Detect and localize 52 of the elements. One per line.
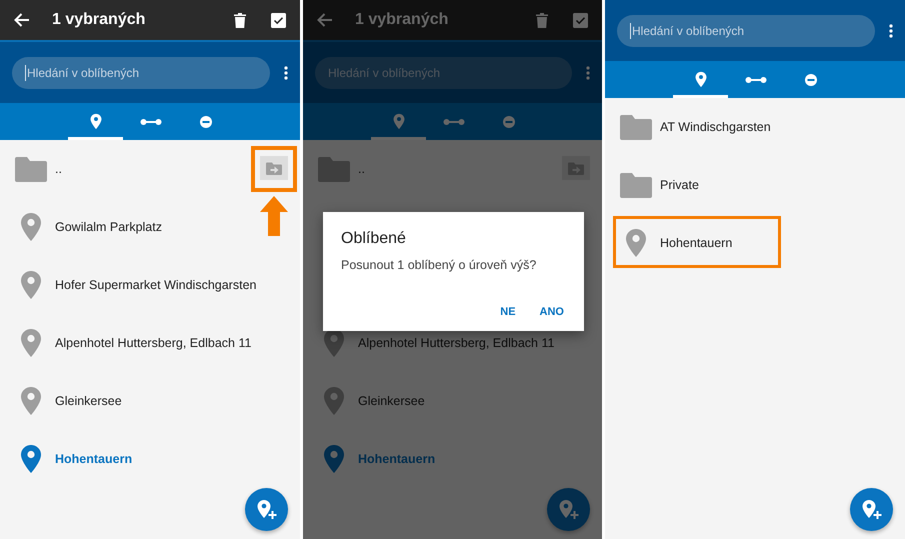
- checkbox-icon[interactable]: [271, 12, 286, 28]
- pin-icon: [20, 444, 42, 474]
- pin-icon: [20, 270, 42, 300]
- list-item[interactable]: Hofer Supermarket Windischgarsten: [0, 256, 300, 314]
- dialog-title: Oblíbené: [341, 230, 406, 248]
- folder-icon: [318, 156, 350, 182]
- checkbox-icon[interactable]: [573, 12, 588, 28]
- list-item[interactable]: Hohentauern: [0, 430, 300, 488]
- toolbar-title: 1 vybraných: [355, 11, 450, 29]
- add-pin-icon: [860, 498, 882, 520]
- pin-icon: [323, 386, 345, 416]
- pin-icon: [694, 71, 706, 88]
- track-icon: [744, 76, 766, 84]
- trash-icon[interactable]: [234, 12, 246, 28]
- dialog-message: Posunout 1 oblíbený o úroveň výš?: [341, 258, 536, 272]
- search-field[interactable]: Hledání v oblíbených: [12, 56, 270, 88]
- pin-icon: [20, 212, 42, 242]
- pin-icon: [323, 444, 345, 474]
- pin-icon: [392, 113, 404, 130]
- search-input[interactable]: Hledání v oblíbených: [632, 24, 862, 38]
- folder-arrow-icon: [568, 162, 584, 174]
- folder-item[interactable]: AT Windischgarsten: [605, 98, 905, 156]
- pin-icon: [20, 386, 42, 416]
- back-icon[interactable]: [14, 13, 30, 27]
- list-item[interactable]: Hohentauern: [605, 214, 905, 272]
- dialog-button[interactable]: ANO: [532, 302, 572, 322]
- list-item[interactable]: Alpenhotel Huttersberg, Edlbach 11: [0, 314, 300, 372]
- track-icon: [140, 118, 162, 126]
- list-item[interactable]: Gowilalm Parkplatz: [0, 198, 300, 256]
- track-icon: [442, 118, 464, 126]
- add-place-button[interactable]: [850, 488, 893, 531]
- folder-item[interactable]: ..: [0, 140, 300, 198]
- add-pin-icon: [256, 498, 278, 520]
- pin-icon: [20, 328, 42, 358]
- list-item[interactable]: Gleinkersee: [0, 372, 300, 430]
- folder-icon: [15, 156, 47, 182]
- arrow-icon: [260, 196, 288, 236]
- more-icon[interactable]: [889, 24, 893, 38]
- dialog-button[interactable]: NE: [492, 302, 524, 322]
- add-place-button[interactable]: [245, 488, 288, 531]
- folder-arrow-icon: [266, 162, 282, 174]
- more-icon[interactable]: [284, 66, 288, 80]
- toolbar-title: 1 vybraných: [52, 11, 146, 29]
- search-input[interactable]: Hledání v oblíbených: [27, 66, 257, 80]
- search-field[interactable]: Hledání v oblíbených: [617, 14, 875, 46]
- folder-item[interactable]: Private: [605, 156, 905, 214]
- folder-icon: [620, 172, 652, 198]
- pin-icon: [90, 113, 102, 130]
- add-place-button[interactable]: [547, 488, 590, 531]
- add-pin-icon: [558, 498, 580, 520]
- pin-icon: [625, 228, 647, 258]
- folder-icon: [620, 114, 652, 140]
